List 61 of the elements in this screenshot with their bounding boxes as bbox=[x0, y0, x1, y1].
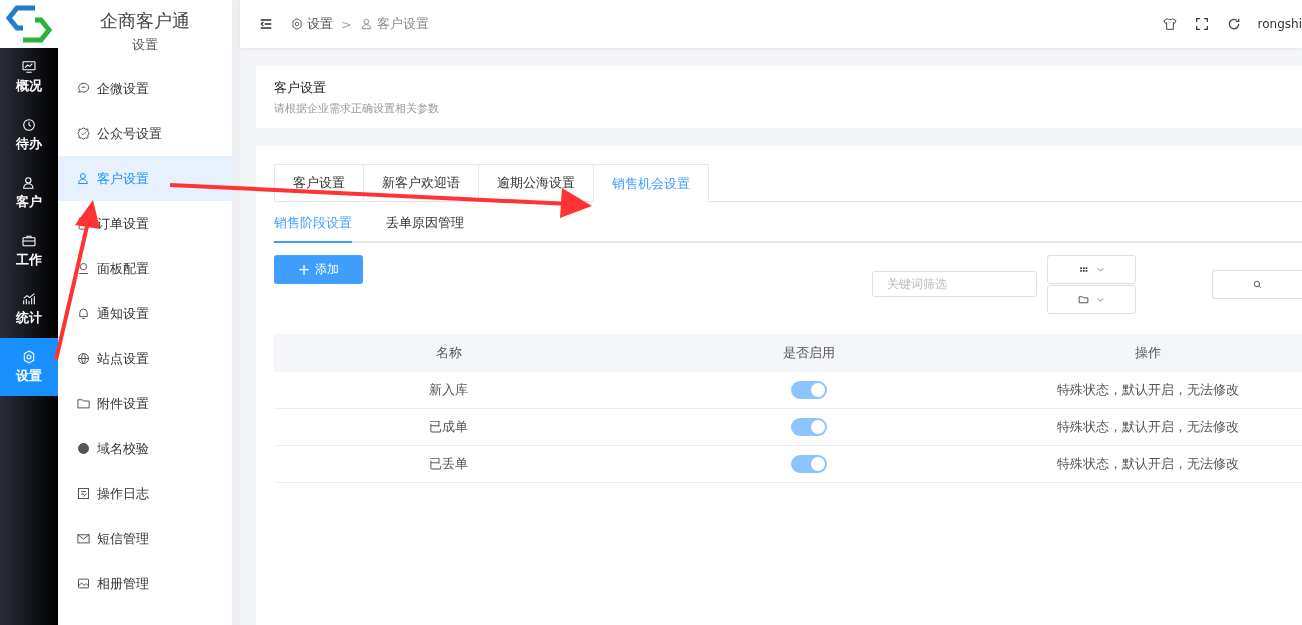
menu-item[interactable]: 附件设置 bbox=[58, 381, 232, 426]
table-cell: 已成单 bbox=[274, 408, 624, 446]
folder-icon bbox=[1076, 293, 1090, 306]
user-name[interactable]: rongshi bbox=[1257, 17, 1302, 31]
clock-icon bbox=[21, 117, 37, 133]
menu-item[interactable]: 公众号设置 bbox=[58, 111, 232, 156]
user-icon bbox=[21, 175, 37, 191]
briefcase-icon bbox=[21, 233, 37, 249]
table-cell: 特殊状态，默认开启，无法修改 bbox=[993, 445, 1302, 483]
grid-dropdown-button[interactable] bbox=[1047, 255, 1136, 284]
chart-icon bbox=[21, 291, 37, 307]
search-button[interactable] bbox=[1212, 270, 1302, 299]
menu-item[interactable]: 操作日志 bbox=[58, 471, 232, 516]
menu-item[interactable]: 面板配置 bbox=[58, 246, 232, 291]
settings-icon bbox=[21, 349, 37, 365]
menu-item[interactable]: 短信管理 bbox=[58, 516, 232, 561]
fullscreen-icon[interactable] bbox=[1193, 16, 1210, 32]
menu-item[interactable]: 相册管理 bbox=[58, 561, 232, 606]
breadcrumb-separator: > bbox=[341, 16, 352, 32]
folder-dropdown-button[interactable] bbox=[1047, 285, 1136, 314]
page-subtitle: 请根据企业需求正确设置相关参数 bbox=[274, 100, 440, 116]
subtab[interactable]: 丢单原因管理 bbox=[386, 214, 464, 243]
breadcrumb-item[interactable]: 设置 bbox=[290, 15, 333, 33]
rail-item[interactable]: 待办 bbox=[0, 106, 58, 164]
rail-item[interactable]: 工作 bbox=[0, 222, 58, 280]
logo-icon bbox=[5, 4, 53, 44]
mail-icon bbox=[76, 531, 91, 546]
log-icon bbox=[76, 486, 91, 501]
breadcrumb-item[interactable]: 客户设置 bbox=[359, 15, 429, 33]
photo-icon bbox=[76, 576, 91, 591]
rail-item[interactable]: 概况 bbox=[0, 48, 58, 106]
menu-item[interactable]: 站点设置 bbox=[58, 336, 232, 381]
tab[interactable]: 逾期公海设置 bbox=[478, 164, 593, 201]
badge-icon bbox=[76, 126, 91, 141]
menu-item[interactable]: 通知设置 bbox=[58, 291, 232, 336]
section-title: 设置 bbox=[131, 36, 159, 54]
monitor-icon bbox=[21, 59, 37, 75]
page-title: 客户设置 bbox=[274, 78, 327, 97]
user-icon bbox=[76, 171, 91, 186]
chat-icon bbox=[76, 81, 91, 96]
menu-toggle-icon[interactable] bbox=[258, 16, 274, 32]
panel-icon bbox=[76, 261, 91, 276]
search-icon bbox=[1251, 278, 1264, 291]
shirt-icon[interactable] bbox=[1161, 16, 1178, 32]
keyword-filter-field[interactable]: 关键词筛选 bbox=[872, 271, 1037, 297]
rail-item[interactable]: 客户 bbox=[0, 164, 58, 222]
menu-item[interactable]: 域名校验 bbox=[58, 426, 232, 471]
app-title: 企商客户通 bbox=[99, 9, 191, 33]
folder-icon bbox=[76, 396, 91, 411]
settings-icon bbox=[290, 17, 304, 31]
table-cell: 新入库 bbox=[274, 372, 624, 409]
table-cell: 特殊状态，默认开启，无法修改 bbox=[993, 372, 1302, 409]
user-icon bbox=[359, 17, 374, 31]
column-header: 名称 bbox=[274, 334, 624, 372]
menu-item[interactable]: 企微设置 bbox=[58, 66, 232, 111]
column-header: 操作 bbox=[993, 334, 1302, 372]
table-cell: 已丢单 bbox=[274, 445, 624, 483]
table-cell: 特殊状态，默认开启，无法修改 bbox=[993, 408, 1302, 446]
bell-icon bbox=[76, 306, 91, 321]
rail-item[interactable]: 统计 bbox=[0, 280, 58, 338]
column-header: 是否启用 bbox=[623, 334, 994, 372]
